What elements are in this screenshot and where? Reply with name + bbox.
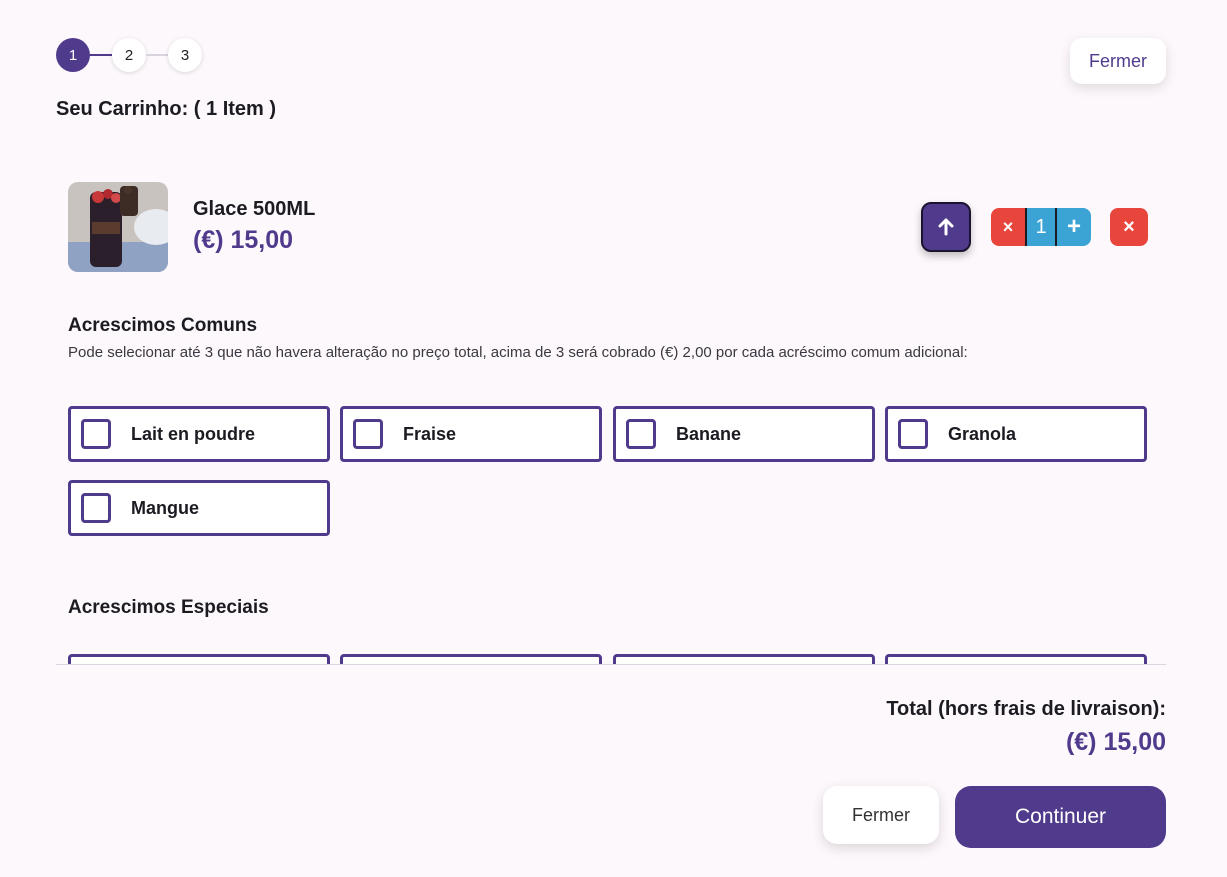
cart-scroll-area[interactable]: Glace 500ML (€) 15,00 × 1 + × Acrescimos… [56, 150, 1166, 665]
cart-title: Seu Carrinho: ( 1 Item ) [56, 98, 277, 120]
special-option[interactable] [340, 654, 602, 664]
decrease-quantity-button[interactable]: × [991, 208, 1025, 246]
product-price: (€) 15,00 [193, 226, 294, 254]
stepper: 1 2 3 [56, 38, 202, 72]
checkbox[interactable] [81, 493, 111, 523]
continue-button[interactable]: Continuer [955, 786, 1166, 848]
checkbox[interactable] [353, 419, 383, 449]
option-mangue[interactable]: Mangue [68, 480, 330, 536]
ice-cream-photo-icon [68, 182, 168, 272]
total-label: Total (hors frais de livraison): [886, 698, 1166, 720]
step-connector [146, 54, 168, 56]
option-label: Granola [948, 423, 1017, 444]
option-lait-en-poudre[interactable]: Lait en poudre [68, 406, 330, 462]
common-extras-title: Acrescimos Comuns [68, 315, 258, 336]
total-value: (€) 15,00 [1065, 728, 1166, 756]
product-image [68, 182, 168, 272]
remove-item-button[interactable]: × [1110, 208, 1148, 246]
step-2[interactable]: 2 [112, 38, 146, 72]
step-1[interactable]: 1 [56, 38, 90, 72]
special-extras-title: Acrescimos Especiais [68, 597, 269, 618]
common-extras-description: Pode selecionar até 3 que não havera alt… [68, 344, 968, 361]
option-banane[interactable]: Banane [613, 406, 875, 462]
product-name: Glace 500ML [193, 198, 316, 220]
arrow-up-icon [938, 218, 954, 236]
quantity-value: 1 [1025, 208, 1057, 246]
checkbox[interactable] [626, 419, 656, 449]
special-option[interactable] [613, 654, 875, 664]
option-label: Fraise [403, 423, 457, 444]
option-fraise[interactable]: Fraise [340, 406, 602, 462]
special-option[interactable] [885, 654, 1147, 664]
cart-item: Glace 500ML (€) 15,00 × 1 + × [68, 182, 1148, 272]
increase-quantity-button[interactable]: + [1057, 208, 1091, 246]
step-connector [90, 54, 112, 56]
checkbox[interactable] [81, 419, 111, 449]
checkbox[interactable] [898, 419, 928, 449]
close-button-bottom[interactable]: Fermer [823, 786, 939, 844]
option-granola[interactable]: Granola [885, 406, 1147, 462]
special-option[interactable] [68, 654, 330, 664]
close-button-top[interactable]: Fermer [1070, 38, 1166, 84]
option-label: Banane [676, 423, 742, 444]
option-label: Lait en poudre [131, 423, 256, 444]
step-3[interactable]: 3 [168, 38, 202, 72]
scroll-up-button[interactable] [921, 202, 971, 252]
option-label: Mangue [131, 497, 200, 518]
quantity-stepper: × 1 + [991, 208, 1091, 246]
